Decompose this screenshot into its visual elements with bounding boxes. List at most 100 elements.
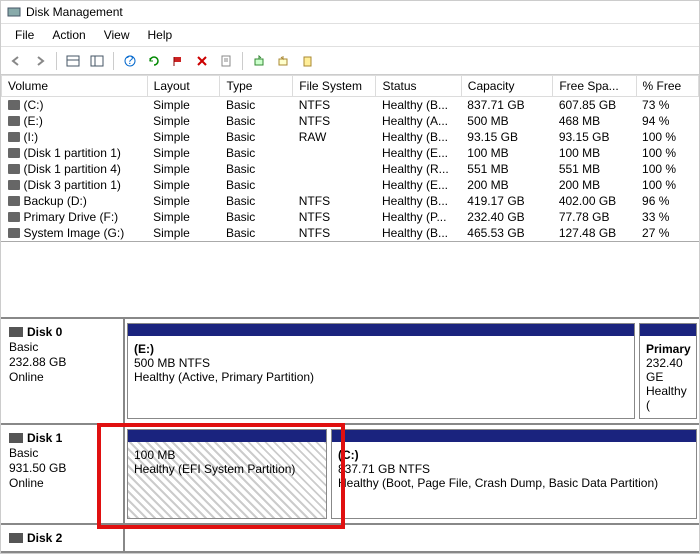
view-list-icon[interactable] (62, 50, 84, 72)
vol-name: (E:) (24, 114, 43, 128)
cell-capacity: 200 MB (461, 177, 553, 193)
delete-icon[interactable] (191, 50, 213, 72)
tool1-icon[interactable] (248, 50, 270, 72)
vol-name: System Image (G:) (24, 226, 125, 240)
cell-type: Basic (220, 225, 293, 241)
volume-icon (8, 228, 20, 238)
toolbar-sep (242, 52, 243, 70)
col-layout[interactable]: Layout (147, 76, 220, 97)
volume-icon (8, 116, 20, 126)
cell-capacity: 93.15 GB (461, 129, 553, 145)
disk-icon (9, 533, 23, 543)
menu-help[interactable]: Help (140, 26, 181, 44)
cell-status: Healthy (B... (376, 225, 461, 241)
vol-name: (I:) (24, 130, 39, 144)
cell-fs: NTFS (293, 225, 376, 241)
disk-row-0: Disk 0 Basic 232.88 GB Online (E:) 500 M… (1, 319, 699, 425)
menu-bar: File Action View Help (1, 24, 699, 47)
disk0-partition-primary[interactable]: Primary 232.40 GE Healthy ( (639, 323, 697, 419)
cell-type: Basic (220, 161, 293, 177)
disk1-info[interactable]: Disk 1 Basic 931.50 GB Online (1, 425, 125, 523)
refresh-icon[interactable] (143, 50, 165, 72)
tool2-icon[interactable] (272, 50, 294, 72)
view-detail-icon[interactable] (86, 50, 108, 72)
cell-type: Basic (220, 209, 293, 225)
disk-row-2: Disk 2 (1, 525, 699, 553)
cell-layout: Simple (147, 177, 220, 193)
disk0-info[interactable]: Disk 0 Basic 232.88 GB Online (1, 319, 125, 423)
cell-capacity: 837.71 GB (461, 97, 553, 114)
volume-icon (8, 148, 20, 158)
cell-pct: 100 % (636, 129, 698, 145)
cell-status: Healthy (E... (376, 177, 461, 193)
cell-free: 551 MB (553, 161, 636, 177)
disk1-partition-c[interactable]: (C:) 837.71 GB NTFS Healthy (Boot, Page … (331, 429, 697, 519)
part-line1: 837.71 GB NTFS (338, 462, 690, 476)
col-status[interactable]: Status (376, 76, 461, 97)
cell-layout: Simple (147, 161, 220, 177)
help-icon[interactable]: ? (119, 50, 141, 72)
volume-icon (8, 132, 20, 142)
back-icon[interactable] (5, 50, 27, 72)
col-filesystem[interactable]: File System (293, 76, 376, 97)
list-empty-area (1, 241, 699, 317)
table-row[interactable]: (Disk 1 partition 4)SimpleBasicHealthy (… (2, 161, 699, 177)
table-row[interactable]: Primary Drive (F:)SimpleBasicNTFSHealthy… (2, 209, 699, 225)
cell-fs: NTFS (293, 193, 376, 209)
cell-type: Basic (220, 129, 293, 145)
toolbar-sep (113, 52, 114, 70)
menu-action[interactable]: Action (44, 26, 93, 44)
col-pctfree[interactable]: % Free (636, 76, 698, 97)
cell-capacity: 100 MB (461, 145, 553, 161)
volume-list[interactable]: Volume Layout Type File System Status Ca… (1, 75, 699, 241)
table-row[interactable]: (Disk 3 partition 1)SimpleBasicHealthy (… (2, 177, 699, 193)
cell-layout: Simple (147, 113, 220, 129)
table-row[interactable]: Backup (D:)SimpleBasicNTFSHealthy (B...4… (2, 193, 699, 209)
table-row[interactable]: (Disk 1 partition 1)SimpleBasicHealthy (… (2, 145, 699, 161)
window-title: Disk Management (26, 5, 123, 19)
properties-icon[interactable] (215, 50, 237, 72)
cell-free: 200 MB (553, 177, 636, 193)
vol-name: (Disk 1 partition 1) (24, 146, 121, 160)
cell-status: Healthy (P... (376, 209, 461, 225)
cell-pct: 100 % (636, 145, 698, 161)
action-flag-icon[interactable] (167, 50, 189, 72)
table-row[interactable]: (E:)SimpleBasicNTFSHealthy (A...500 MB46… (2, 113, 699, 129)
col-freespace[interactable]: Free Spa... (553, 76, 636, 97)
volume-icon (8, 212, 20, 222)
table-row[interactable]: (C:)SimpleBasicNTFSHealthy (B...837.71 G… (2, 97, 699, 114)
menu-file[interactable]: File (7, 26, 42, 44)
disk0-name: Disk 0 (27, 325, 62, 339)
disk1-partition-efi[interactable]: 100 MB Healthy (EFI System Partition) (127, 429, 327, 519)
cell-status: Healthy (R... (376, 161, 461, 177)
disk1-size: 931.50 GB (9, 461, 115, 475)
partition-bar (640, 324, 696, 336)
cell-type: Basic (220, 97, 293, 114)
cell-fs: NTFS (293, 209, 376, 225)
col-volume[interactable]: Volume (2, 76, 148, 97)
forward-icon[interactable] (29, 50, 51, 72)
cell-free: 127.48 GB (553, 225, 636, 241)
cell-capacity: 419.17 GB (461, 193, 553, 209)
disk2-info[interactable]: Disk 2 (1, 525, 125, 551)
disk0-partition-e[interactable]: (E:) 500 MB NTFS Healthy (Active, Primar… (127, 323, 635, 419)
cell-free: 402.00 GB (553, 193, 636, 209)
cell-capacity: 232.40 GB (461, 209, 553, 225)
cell-capacity: 500 MB (461, 113, 553, 129)
cell-type: Basic (220, 113, 293, 129)
tool3-icon[interactable] (296, 50, 318, 72)
cell-capacity: 465.53 GB (461, 225, 553, 241)
partition-bar (128, 324, 634, 336)
cell-pct: 100 % (636, 161, 698, 177)
col-capacity[interactable]: Capacity (461, 76, 553, 97)
col-type[interactable]: Type (220, 76, 293, 97)
disk2-name: Disk 2 (27, 531, 62, 545)
part-line2: Healthy (Active, Primary Partition) (134, 370, 628, 384)
table-row[interactable]: (I:)SimpleBasicRAWHealthy (B...93.15 GB9… (2, 129, 699, 145)
table-row[interactable]: System Image (G:)SimpleBasicNTFSHealthy … (2, 225, 699, 241)
cell-free: 607.85 GB (553, 97, 636, 114)
part-line2: Healthy ( (646, 384, 690, 412)
part-line1: 232.40 GE (646, 356, 690, 384)
cell-fs: RAW (293, 129, 376, 145)
menu-view[interactable]: View (96, 26, 138, 44)
